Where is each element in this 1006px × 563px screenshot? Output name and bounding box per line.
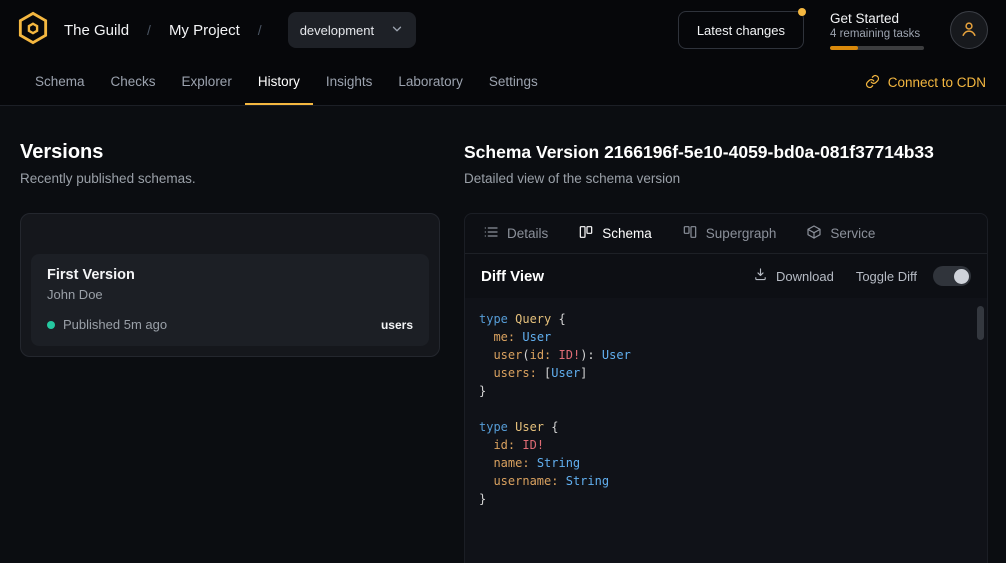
detail-column: Schema Version 2166196f-5e10-4059-bd0a-0… bbox=[464, 140, 988, 563]
toggle-diff-label: Toggle Diff bbox=[856, 269, 917, 284]
download-icon bbox=[753, 267, 768, 285]
detail-tab-supergraph[interactable]: Supergraph bbox=[682, 224, 777, 243]
detail-tab-schema[interactable]: Schema bbox=[578, 224, 652, 243]
code-block: type Query { me: User user(id: ID!): Use… bbox=[465, 298, 987, 520]
code-line: me: User bbox=[479, 328, 973, 346]
toggle-diff-switch[interactable] bbox=[933, 266, 971, 286]
detail-tabs: Details Schema bbox=[465, 214, 987, 254]
versions-column: Versions Recently published schemas. Fir… bbox=[20, 140, 440, 563]
schema-version-subtitle: Detailed view of the schema version bbox=[464, 170, 988, 187]
code-line bbox=[479, 400, 973, 418]
connect-to-cdn-label: Connect to CDN bbox=[888, 75, 986, 90]
code-line: } bbox=[479, 382, 973, 400]
get-started-subtitle: 4 remaining tasks bbox=[830, 28, 924, 40]
diff-actions: Download Toggle Diff bbox=[753, 266, 971, 286]
code-line: name: String bbox=[479, 454, 973, 472]
code-line: } bbox=[479, 490, 973, 508]
versions-card: First Version John Doe Published 5m ago … bbox=[20, 213, 440, 357]
main-content: Versions Recently published schemas. Fir… bbox=[0, 106, 1006, 563]
schema-detail-panel: Details Schema bbox=[464, 213, 988, 563]
detail-tab-label: Details bbox=[507, 226, 548, 241]
detail-tab-label: Schema bbox=[602, 226, 652, 241]
version-status: Published 5m ago bbox=[63, 317, 167, 332]
tab-history[interactable]: History bbox=[245, 60, 313, 105]
columns-icon bbox=[578, 224, 594, 243]
published-status-dot bbox=[47, 321, 55, 329]
target-selector-value: development bbox=[300, 23, 374, 38]
target-selector[interactable]: development bbox=[288, 12, 416, 48]
get-started-progress-bar bbox=[830, 46, 924, 50]
get-started-title: Get Started bbox=[830, 11, 924, 26]
breadcrumb-project[interactable]: My Project bbox=[169, 22, 240, 39]
chevron-down-icon bbox=[390, 22, 404, 39]
version-name: First Version bbox=[47, 266, 413, 284]
latest-changes-label: Latest changes bbox=[697, 23, 785, 38]
download-label: Download bbox=[776, 269, 834, 284]
user-icon bbox=[959, 19, 979, 42]
hive-logo-icon bbox=[16, 11, 50, 50]
breadcrumb-separator: / bbox=[258, 22, 262, 38]
hive-logo[interactable] bbox=[16, 13, 50, 47]
code-line: type User { bbox=[479, 418, 973, 436]
main-nav: Schema Checks Explorer History Insights … bbox=[0, 60, 1006, 106]
detail-tab-label: Service bbox=[830, 226, 875, 241]
versions-subtitle: Recently published schemas. bbox=[20, 170, 440, 187]
code-line: user(id: ID!): User bbox=[479, 346, 973, 364]
tab-checks[interactable]: Checks bbox=[98, 60, 169, 105]
code-line: username: String bbox=[479, 472, 973, 490]
tab-settings[interactable]: Settings bbox=[476, 60, 551, 105]
user-avatar[interactable] bbox=[950, 11, 988, 49]
version-meta-row: Published 5m ago users bbox=[47, 317, 413, 332]
breadcrumb-separator: / bbox=[147, 22, 151, 38]
tab-laboratory[interactable]: Laboratory bbox=[385, 60, 476, 105]
version-service-badge: users bbox=[381, 318, 413, 332]
grid-icon bbox=[682, 224, 698, 243]
top-header: The Guild / My Project / development Lat… bbox=[0, 0, 1006, 60]
notification-dot bbox=[798, 8, 806, 16]
code-line: type Query { bbox=[479, 310, 973, 328]
app-root: The Guild / My Project / development Lat… bbox=[0, 0, 1006, 563]
tab-schema[interactable]: Schema bbox=[22, 60, 98, 105]
schema-version-title: Schema Version 2166196f-5e10-4059-bd0a-0… bbox=[464, 140, 988, 164]
detail-tab-label: Supergraph bbox=[706, 226, 777, 241]
toggle-knob bbox=[954, 269, 969, 284]
breadcrumb: The Guild / My Project / development bbox=[16, 12, 416, 48]
tab-explorer[interactable]: Explorer bbox=[169, 60, 245, 105]
get-started-widget[interactable]: Get Started 4 remaining tasks bbox=[830, 11, 924, 50]
list-icon bbox=[483, 224, 499, 243]
cube-icon bbox=[806, 224, 822, 243]
code-editor[interactable]: type Query { me: User user(id: ID!): Use… bbox=[465, 298, 987, 563]
link-icon bbox=[865, 74, 880, 92]
scrollbar-thumb[interactable] bbox=[977, 306, 984, 340]
nav-tabs: Schema Checks Explorer History Insights … bbox=[22, 60, 551, 105]
header-right: Latest changes Get Started 4 remaining t… bbox=[678, 11, 988, 50]
download-button[interactable]: Download bbox=[753, 267, 834, 285]
diff-view-title: Diff View bbox=[481, 268, 544, 285]
connect-to-cdn-link[interactable]: Connect to CDN bbox=[865, 60, 986, 105]
latest-changes-button[interactable]: Latest changes bbox=[678, 11, 804, 49]
get-started-progress-fill bbox=[830, 46, 858, 50]
code-line: id: ID! bbox=[479, 436, 973, 454]
breadcrumb-org[interactable]: The Guild bbox=[64, 22, 129, 39]
version-list-item[interactable]: First Version John Doe Published 5m ago … bbox=[31, 254, 429, 346]
detail-tab-service[interactable]: Service bbox=[806, 224, 875, 243]
tab-insights[interactable]: Insights bbox=[313, 60, 386, 105]
versions-title: Versions bbox=[20, 140, 440, 164]
code-line: users: [User] bbox=[479, 364, 973, 382]
version-author: John Doe bbox=[47, 287, 413, 303]
diff-view-header: Diff View Download Toggle Diff bbox=[465, 254, 987, 298]
detail-tab-details[interactable]: Details bbox=[483, 224, 548, 243]
